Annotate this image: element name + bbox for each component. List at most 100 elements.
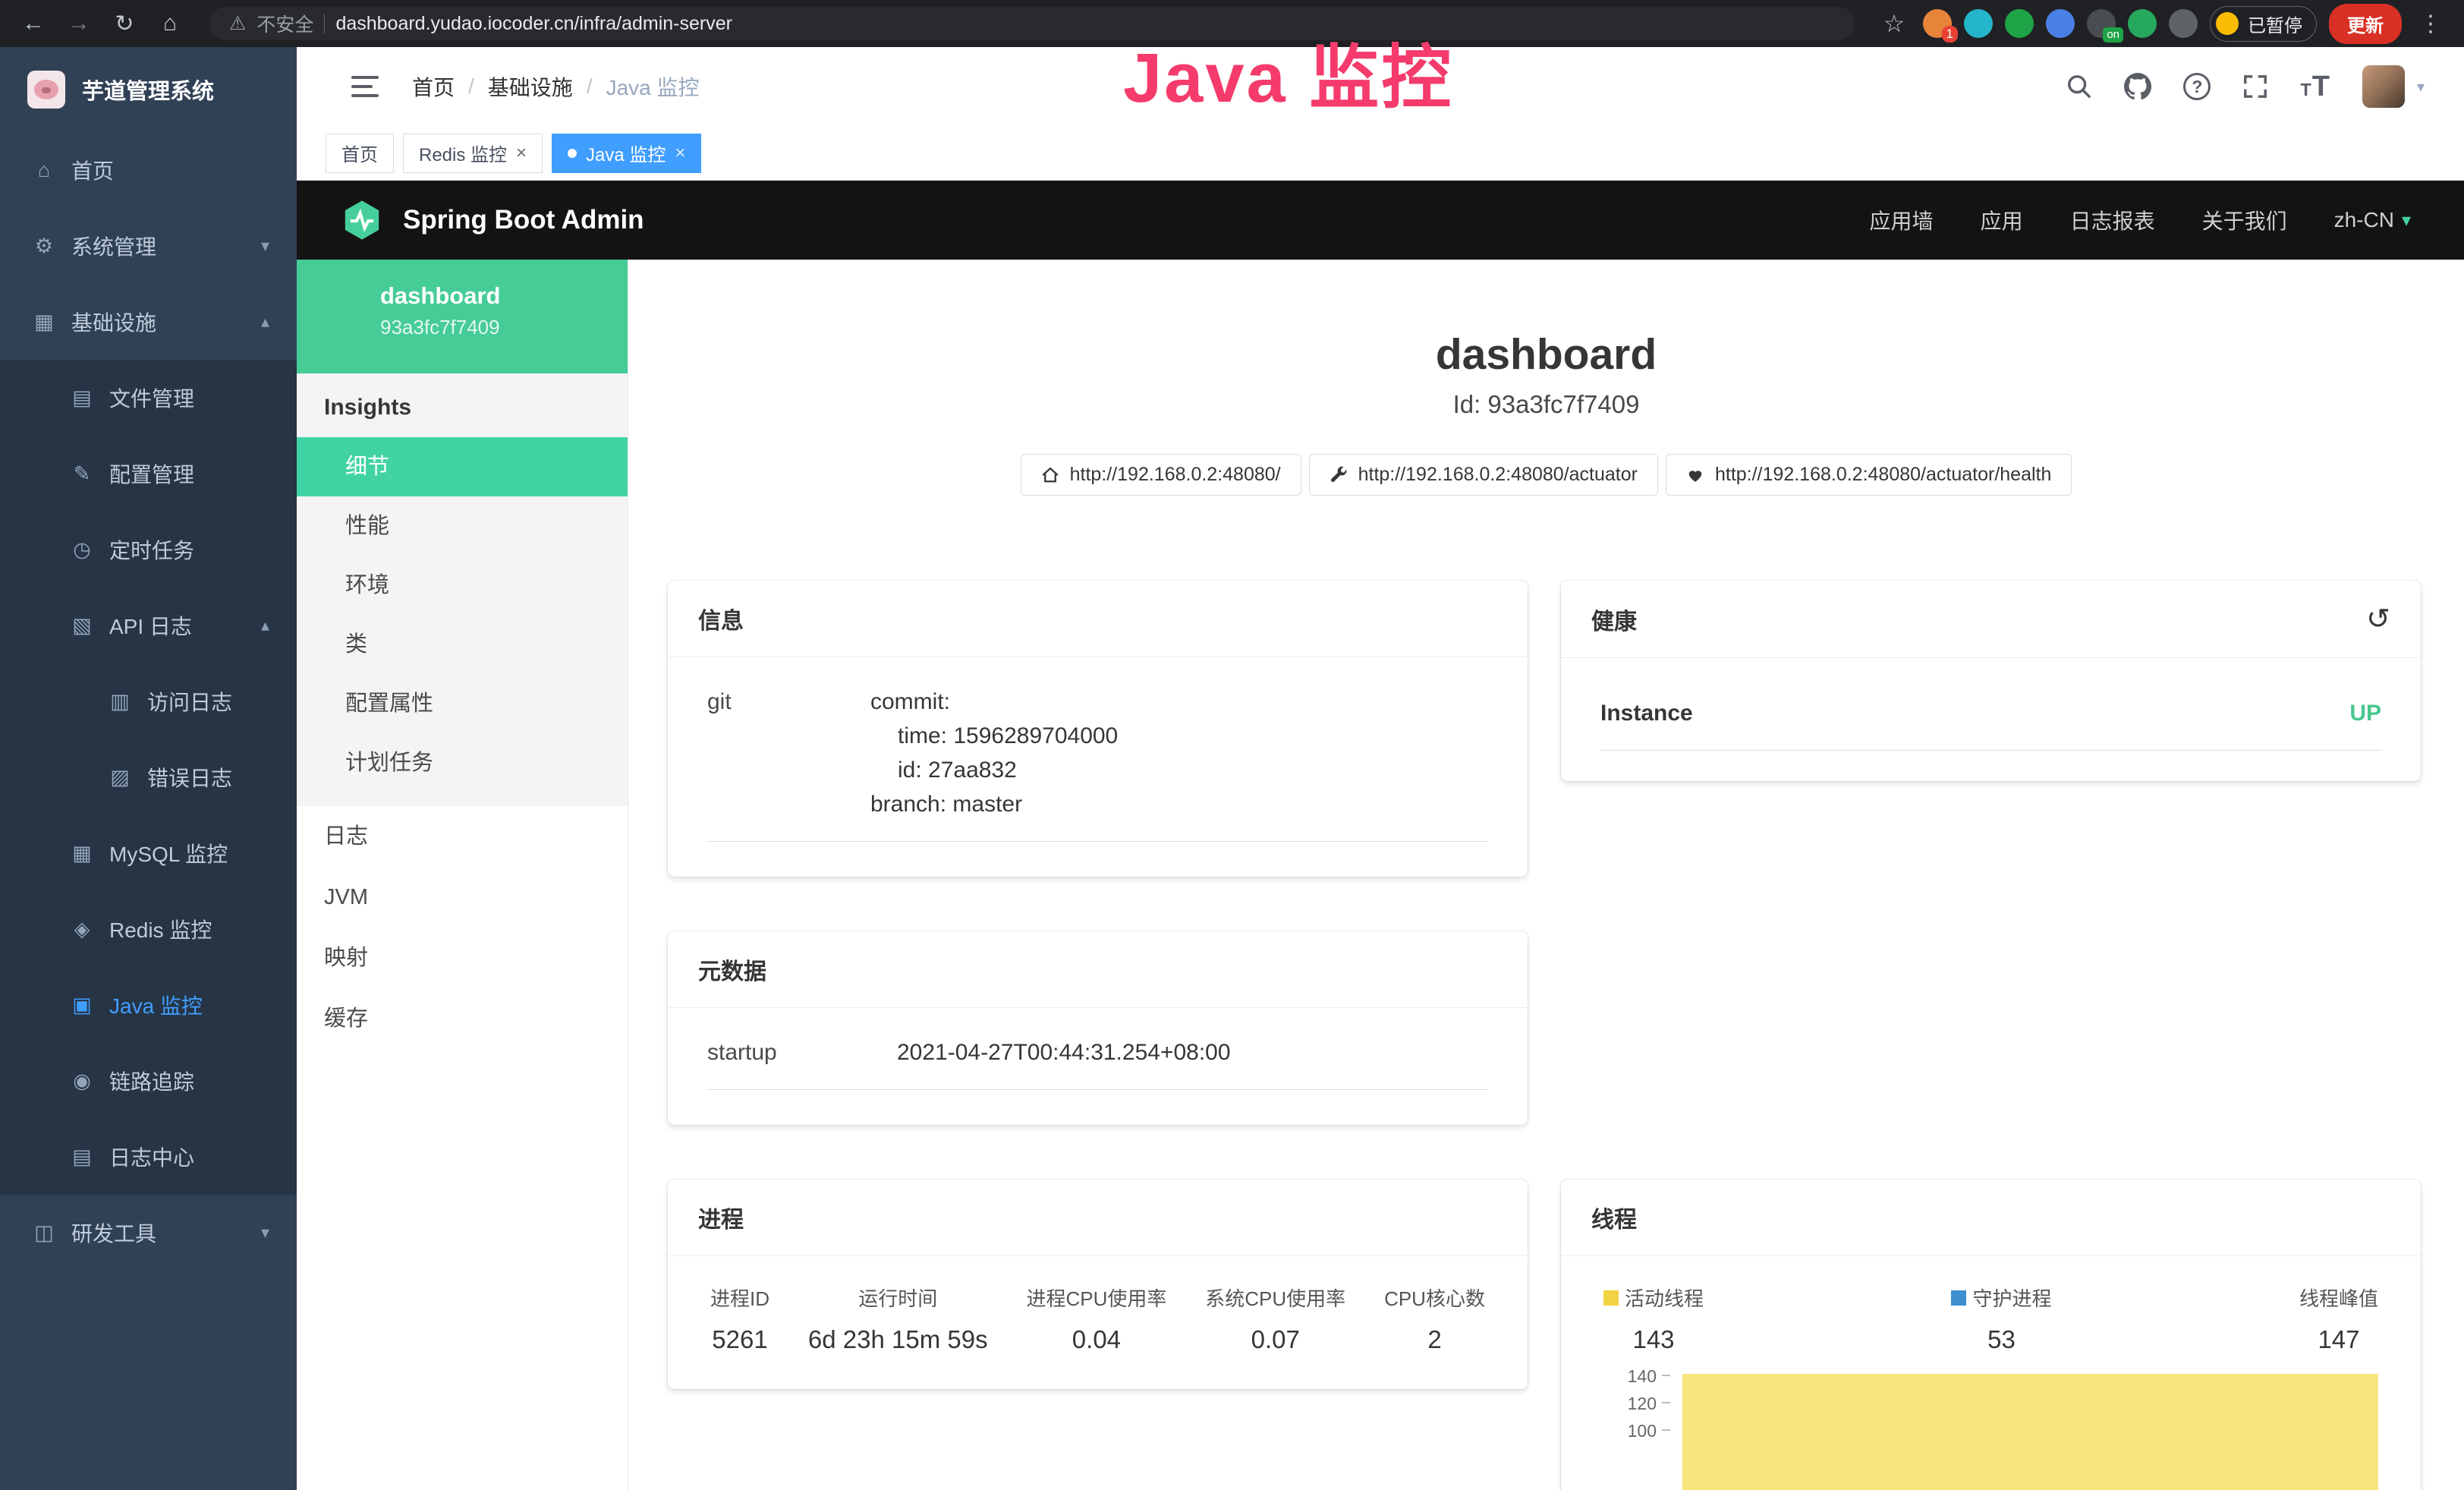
profile-paused-badge[interactable]: 已暂停 <box>2210 6 2317 42</box>
document-icon: ▤ <box>70 1145 94 1169</box>
sidebar-item-error-logs[interactable]: ▨ 错误日志 <box>0 739 297 815</box>
sba-nav: 应用墙 应用 日志报表 关于我们 zh-CN ▾ <box>1870 205 2411 235</box>
back-icon[interactable]: ← <box>17 11 50 36</box>
chevron-up-icon: ▴ <box>261 616 269 635</box>
bookmark-star-icon[interactable]: ☆ <box>1877 9 1911 38</box>
breadcrumb-item[interactable]: 首页 <box>412 71 455 102</box>
sidebar-toggle-icon[interactable] <box>351 76 379 97</box>
history-icon[interactable]: ↺ <box>2366 602 2390 636</box>
side-item-details[interactable]: 细节 <box>297 437 628 496</box>
tab-java-monitor[interactable]: Java 监控 × <box>552 134 701 173</box>
tab-home[interactable]: 首页 <box>326 134 394 173</box>
stat-value: 2 <box>1384 1325 1485 1354</box>
extension-badge: 1 <box>1942 26 1958 43</box>
font-size-icon[interactable]: TT <box>2300 71 2330 103</box>
nav-wallboard[interactable]: 应用墙 <box>1870 205 1934 235</box>
side-item-config-props[interactable]: 配置属性 <box>297 674 628 733</box>
url-text: dashboard.yudao.iocoder.cn/infra/admin-s… <box>335 13 732 35</box>
card-title: 健康 <box>1591 603 1637 636</box>
health-url-button[interactable]: http://192.168.0.2:48080/actuator/health <box>1666 454 2072 496</box>
side-item-logs[interactable]: 日志 <box>297 806 628 867</box>
locale-label: zh-CN <box>2334 208 2394 232</box>
sidebar-item-dev-tools[interactable]: ◫ 研发工具 ▾ <box>0 1195 297 1271</box>
breadcrumb-item-current: Java 监控 <box>606 71 700 102</box>
avatar[interactable] <box>2362 65 2405 108</box>
breadcrumb-separator: / <box>468 74 474 99</box>
extension-icon[interactable] <box>2046 9 2075 38</box>
header-actions: ? TT ▾ <box>2066 65 2425 108</box>
nav-about[interactable]: 关于我们 <box>2202 205 2287 235</box>
locale-select[interactable]: zh-CN ▾ <box>2334 208 2411 232</box>
close-icon[interactable]: × <box>675 143 685 164</box>
sidebar-item-log-center[interactable]: ▤ 日志中心 <box>0 1119 297 1195</box>
row-key: startup <box>707 1035 897 1069</box>
threads-legend: 活动线程 143 守护进程 53 线程峰值 147 <box>1561 1256 2421 1360</box>
sidebar-item-mysql-monitor[interactable]: ▦ MySQL 监控 <box>0 815 297 891</box>
legend-text: 线程峰值 <box>2299 1284 2378 1312</box>
sidebar-item-label: MySQL 监控 <box>109 838 228 868</box>
side-item-scheduled-tasks[interactable]: 计划任务 <box>297 733 628 792</box>
actuator-url-button[interactable]: http://192.168.0.2:48080/actuator <box>1309 454 1658 496</box>
extension-icon[interactable]: 1 <box>1923 9 1952 38</box>
app-logo[interactable]: 芋道管理系统 <box>0 47 297 132</box>
side-item-caches[interactable]: 缓存 <box>297 988 628 1049</box>
sidebar-item-label: 访问日志 <box>147 686 232 717</box>
legend-swatch-yellow <box>1603 1290 1619 1306</box>
forward-icon[interactable]: → <box>62 11 96 36</box>
tab-redis-monitor[interactable]: Redis 监控 × <box>403 134 543 173</box>
sidebar-item-java-monitor[interactable]: ▣ Java 监控 <box>0 967 297 1043</box>
sidebar-item-redis-monitor[interactable]: ◈ Redis 监控 <box>0 891 297 967</box>
close-icon[interactable]: × <box>516 143 527 164</box>
browser-home-icon[interactable]: ⌂ <box>153 11 187 36</box>
monitor-icon: ▦ <box>32 310 56 334</box>
sidebar-item-infrastructure[interactable]: ▦ 基础设施 ▴ <box>0 284 297 360</box>
extension-icon[interactable] <box>2169 9 2198 38</box>
address-bar[interactable]: ⚠ 不安全 dashboard.yudao.iocoder.cn/infra/a… <box>209 7 1855 40</box>
smiley-icon <box>2216 12 2239 35</box>
side-item-mappings[interactable]: 映射 <box>297 928 628 988</box>
brand-title[interactable]: Spring Boot Admin <box>403 205 644 235</box>
reload-icon[interactable]: ↻ <box>108 11 141 37</box>
clock-icon: ◷ <box>70 538 94 562</box>
nav-journal[interactable]: 日志报表 <box>2070 205 2155 235</box>
update-button[interactable]: 更新 <box>2329 4 2402 44</box>
extension-icon[interactable] <box>2128 9 2157 38</box>
extension-icon[interactable] <box>1964 9 1993 38</box>
sidebar-item-file-management[interactable]: ▤ 文件管理 <box>0 360 297 436</box>
nav-applications[interactable]: 应用 <box>1981 205 2023 235</box>
sidebar-item-tracing[interactable]: ◉ 链路追踪 <box>0 1043 297 1119</box>
side-item-classes[interactable]: 类 <box>297 615 628 674</box>
extension-icon[interactable]: on <box>2087 9 2116 38</box>
sidebar-item-api-logs[interactable]: ▧ API 日志 ▴ <box>0 587 297 663</box>
side-item-environment[interactable]: 环境 <box>297 556 628 615</box>
sidebar-item-config-management[interactable]: ✎ 配置管理 <box>0 436 297 512</box>
service-url-button[interactable]: http://192.168.0.2:48080/ <box>1021 454 1301 496</box>
status-badge: UP <box>2349 696 2381 730</box>
sidebar-item-label: 定时任务 <box>109 534 194 565</box>
instance-header[interactable]: dashboard 93a3fc7f7409 <box>297 260 628 373</box>
extension-icon[interactable] <box>2005 9 2034 38</box>
github-icon[interactable] <box>2124 73 2151 100</box>
sidebar-item-home[interactable]: ⌂ 首页 <box>0 132 297 208</box>
help-icon[interactable]: ? <box>2183 73 2211 100</box>
sidebar-item-label: Java 监控 <box>109 990 203 1020</box>
security-warning-icon: ⚠ <box>229 12 246 35</box>
threads-chart-area <box>1682 1374 2378 1490</box>
fullscreen-icon[interactable] <box>2242 74 2268 99</box>
menu-kebab-icon[interactable]: ⋮ <box>2414 11 2447 37</box>
y-tick-label: 140 <box>1628 1366 1657 1387</box>
sba-header: Spring Boot Admin 应用墙 应用 日志报表 关于我们 zh-CN… <box>297 181 2464 260</box>
breadcrumb-item[interactable]: 基础设施 <box>488 71 573 102</box>
sidebar-item-label: 研发工具 <box>71 1218 156 1248</box>
sidebar-item-scheduled-tasks[interactable]: ◷ 定时任务 <box>0 512 297 587</box>
git-commit-time: time: 1596289704000 <box>870 719 1118 753</box>
row-key: Instance <box>1600 696 1693 730</box>
insights-section-title: Insights <box>297 373 628 437</box>
side-item-performance[interactable]: 性能 <box>297 496 628 556</box>
sidebar-item-system[interactable]: ⚙ 系统管理 ▾ <box>0 208 297 284</box>
search-icon[interactable] <box>2066 74 2092 99</box>
extension-on-badge: on <box>2103 27 2123 43</box>
sidebar-item-access-logs[interactable]: ▥ 访问日志 <box>0 663 297 739</box>
side-item-jvm[interactable]: JVM <box>297 867 628 928</box>
card-title: 元数据 <box>698 953 766 986</box>
